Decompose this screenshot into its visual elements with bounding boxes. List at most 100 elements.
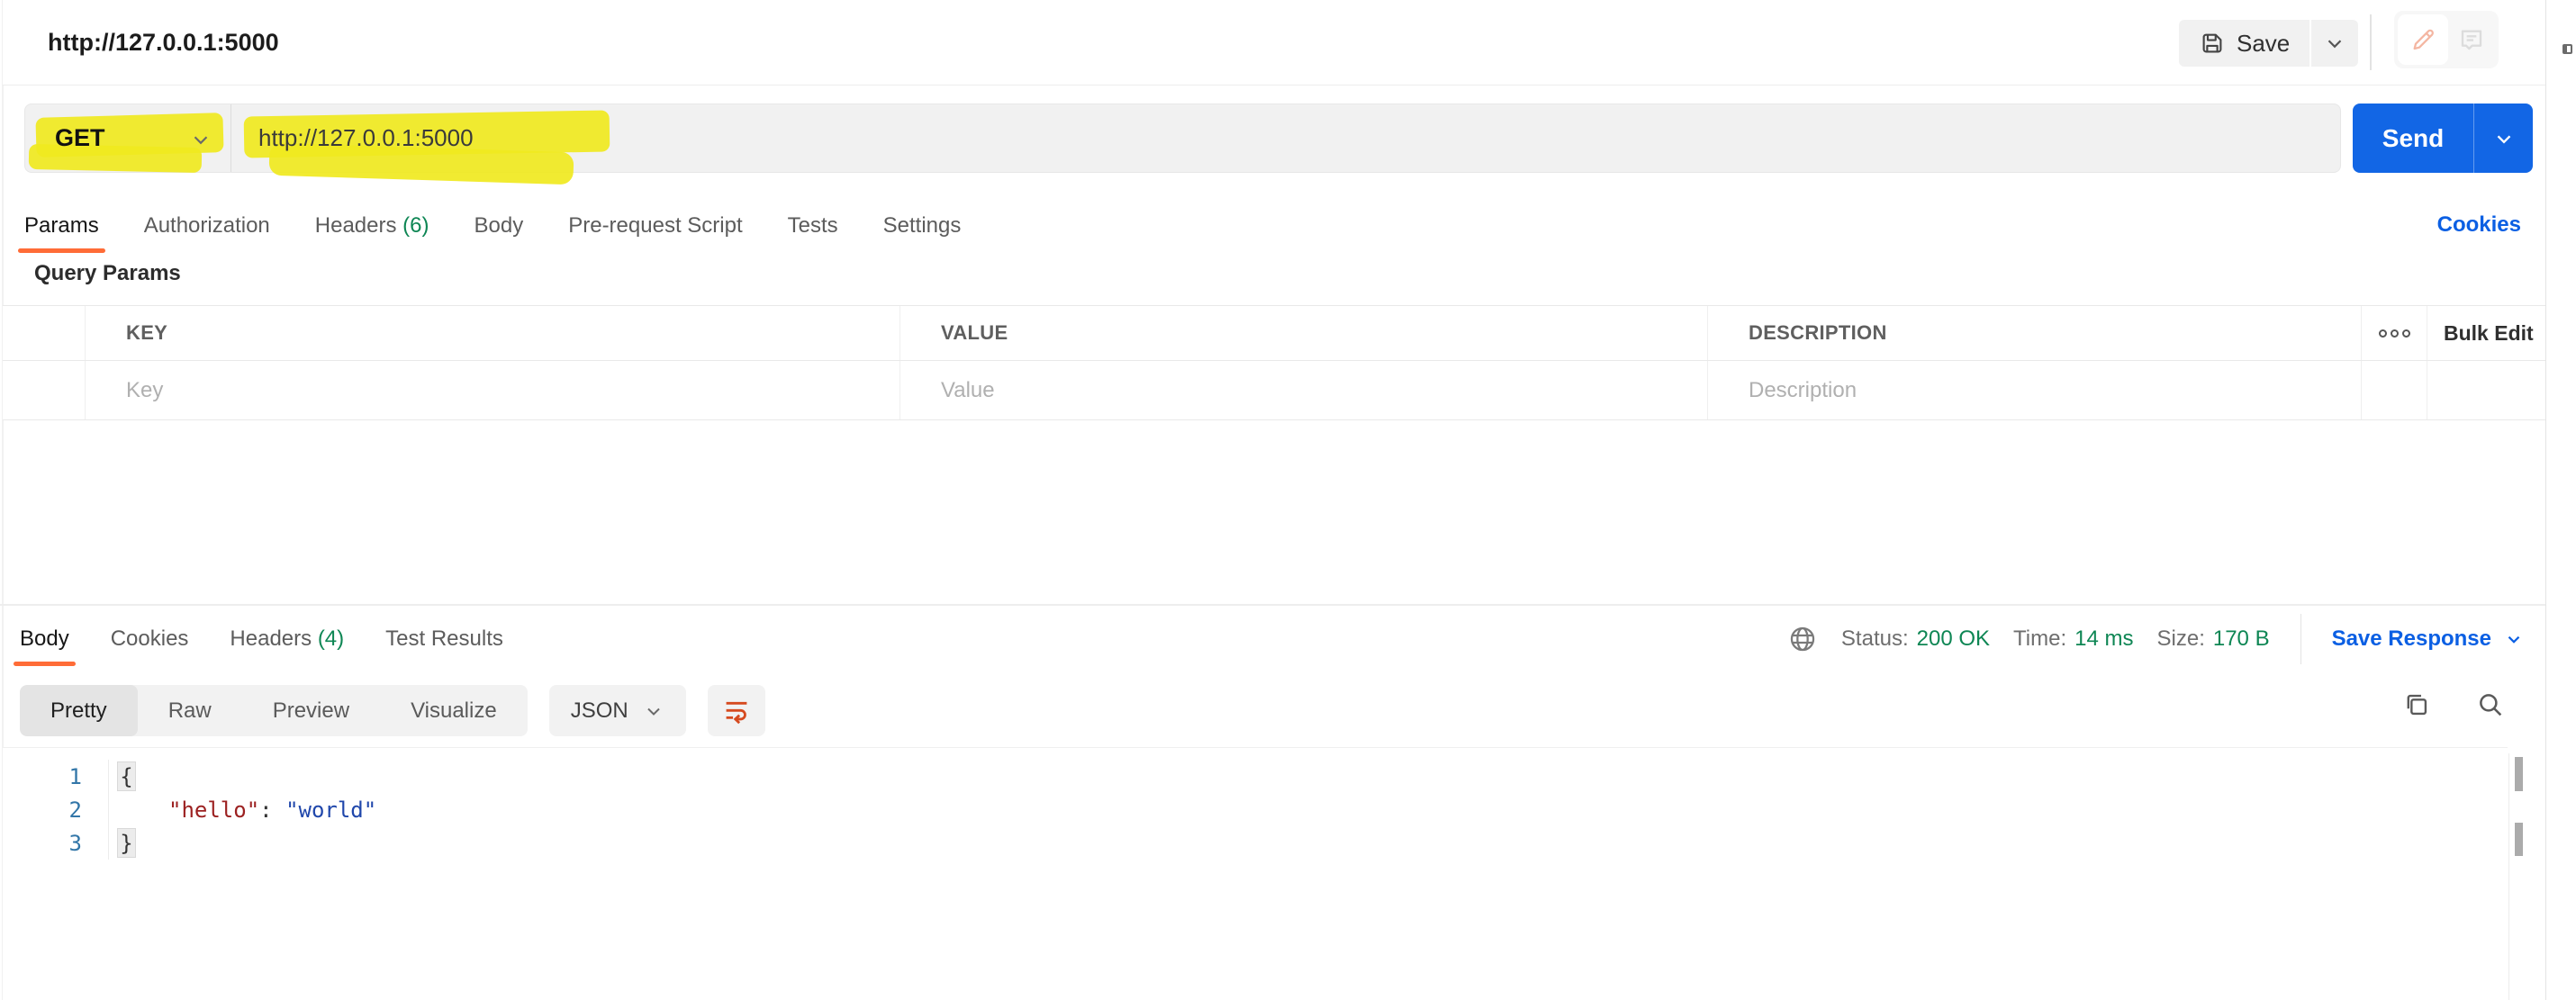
search-icon bbox=[2475, 689, 2506, 720]
request-tabs: Params Authorization Headers (6) Body Pr… bbox=[18, 205, 962, 253]
column-header-description: DESCRIPTION bbox=[1749, 321, 1887, 344]
save-button[interactable]: Save bbox=[2179, 20, 2310, 67]
json-value: "world" bbox=[285, 797, 377, 823]
param-key-input[interactable] bbox=[126, 377, 823, 403]
pencil-icon bbox=[2409, 25, 2437, 54]
save-button-group: Save bbox=[2179, 20, 2359, 67]
scrollbar-thumb[interactable] bbox=[2515, 823, 2523, 856]
format-selected-value: JSON bbox=[570, 698, 628, 723]
send-button-label: Send bbox=[2382, 123, 2445, 152]
tab-tests[interactable]: Tests bbox=[788, 213, 838, 239]
request-url-row: GET Send bbox=[0, 104, 2576, 185]
response-body-viewer[interactable]: 1 { 2 "hello": "world" 3 } bbox=[3, 747, 2508, 1000]
status-code-value: 200 OK bbox=[1916, 626, 1991, 651]
line-number: 2 bbox=[68, 797, 82, 823]
topbar-divider bbox=[2370, 14, 2372, 70]
headers-count-badge: (6) bbox=[402, 213, 429, 238]
response-section-divider bbox=[0, 604, 2545, 606]
response-view-mode-tabs: Pretty Raw Preview Visualize bbox=[20, 685, 528, 736]
param-value-input[interactable] bbox=[941, 377, 1631, 403]
chevron-down-icon bbox=[2492, 127, 2516, 150]
save-response-button[interactable]: Save Response bbox=[2332, 626, 2524, 652]
view-tab-visualize[interactable]: Visualize bbox=[380, 685, 528, 736]
tab-params[interactable]: Params bbox=[18, 213, 105, 253]
copy-icon bbox=[2401, 689, 2432, 720]
line-number: 1 bbox=[68, 763, 82, 789]
row-handle-column bbox=[3, 306, 86, 360]
response-tab-cookies[interactable]: Cookies bbox=[111, 626, 189, 652]
query-params-table: KEY VALUE DESCRIPTION Bulk Edit bbox=[3, 305, 2545, 420]
response-action-icons bbox=[2401, 689, 2506, 720]
request-title: http://127.0.0.1:5000 bbox=[48, 29, 279, 56]
collapse-panel-icon[interactable] bbox=[2562, 44, 2572, 54]
json-key: "hello" bbox=[168, 797, 260, 823]
wrap-lines-icon bbox=[722, 697, 751, 725]
code-line: 1 { bbox=[3, 760, 2508, 793]
row-handle-cell bbox=[3, 361, 86, 419]
method-selector[interactable]: GET bbox=[25, 104, 230, 174]
edit-request-button[interactable] bbox=[2398, 14, 2448, 65]
chevron-down-icon bbox=[2504, 629, 2524, 649]
line-number: 3 bbox=[68, 830, 82, 856]
response-status-bar: Status: 200 OK Time: 14 ms Size: 170 B S… bbox=[1787, 614, 2524, 664]
size-indicator: Size: 170 B bbox=[2156, 626, 2270, 651]
query-params-input-row bbox=[3, 361, 2545, 420]
json-colon: : bbox=[259, 797, 286, 823]
cookies-link[interactable]: Cookies bbox=[2437, 212, 2521, 238]
search-response-button[interactable] bbox=[2475, 689, 2506, 720]
view-tab-raw[interactable]: Raw bbox=[138, 685, 242, 736]
response-tab-headers[interactable]: Headers (4) bbox=[230, 626, 344, 652]
response-tab-test-results[interactable]: Test Results bbox=[385, 626, 503, 652]
response-tabs: Body Cookies Headers (4) Test Results bbox=[14, 619, 503, 666]
view-tab-pretty[interactable]: Pretty bbox=[20, 685, 138, 736]
query-params-header-row: KEY VALUE DESCRIPTION Bulk Edit bbox=[3, 305, 2545, 361]
chevron-down-icon bbox=[2323, 32, 2346, 55]
view-tab-preview[interactable]: Preview bbox=[242, 685, 380, 736]
tab-settings[interactable]: Settings bbox=[883, 213, 962, 239]
comment-button[interactable] bbox=[2448, 14, 2495, 65]
globe-icon[interactable] bbox=[1787, 624, 1818, 654]
tab-authorization[interactable]: Authorization bbox=[144, 213, 270, 239]
tab-pre-request-script[interactable]: Pre-request Script bbox=[568, 213, 742, 239]
size-value: 170 B bbox=[2212, 626, 2270, 651]
format-dropdown[interactable]: JSON bbox=[548, 685, 686, 736]
fold-marker-open-brace[interactable]: { bbox=[117, 761, 136, 791]
send-options-button[interactable] bbox=[2473, 104, 2533, 173]
scrollbar-thumb[interactable] bbox=[2515, 757, 2523, 791]
scrollbar-track bbox=[2508, 753, 2509, 1000]
chevron-down-icon bbox=[643, 700, 664, 722]
fold-gutter bbox=[82, 760, 109, 793]
column-header-key: KEY bbox=[126, 321, 168, 344]
more-options-icon[interactable] bbox=[2378, 329, 2410, 338]
response-headers-count-badge: (4) bbox=[317, 626, 345, 651]
save-icon bbox=[2199, 30, 2226, 57]
request-header-bar: http://127.0.0.1:5000 Save bbox=[3, 0, 2545, 86]
chevron-down-icon bbox=[189, 128, 212, 151]
status-divider bbox=[2300, 614, 2301, 664]
param-description-input[interactable] bbox=[1749, 377, 2300, 403]
send-button[interactable]: Send bbox=[2353, 104, 2533, 173]
fold-gutter bbox=[82, 793, 109, 826]
method-selected-value: GET bbox=[55, 124, 105, 151]
code-line: 2 "hello": "world" bbox=[3, 793, 2508, 826]
url-input[interactable] bbox=[258, 124, 1069, 152]
column-header-value: VALUE bbox=[941, 321, 1008, 344]
url-field-wrap bbox=[231, 104, 2340, 185]
wrap-lines-button[interactable] bbox=[707, 685, 765, 736]
right-sidebar-rail bbox=[2545, 0, 2576, 1000]
edit-comment-toggle-group bbox=[2394, 11, 2499, 68]
response-tab-body[interactable]: Body bbox=[14, 626, 76, 666]
bulk-edit-button[interactable]: Bulk Edit bbox=[2444, 321, 2534, 346]
query-params-heading: Query Params bbox=[34, 261, 181, 285]
postman-request-pane: http://127.0.0.1:5000 Save GET http://12… bbox=[0, 0, 2576, 1000]
tab-body[interactable]: Body bbox=[475, 213, 524, 239]
url-bar: GET bbox=[24, 104, 2341, 185]
json-content: "hello": "world" bbox=[109, 797, 376, 823]
time-indicator: Time: 14 ms bbox=[2013, 626, 2134, 651]
copy-response-button[interactable] bbox=[2401, 689, 2432, 720]
save-options-button[interactable] bbox=[2311, 20, 2359, 67]
save-button-label: Save bbox=[2237, 29, 2291, 57]
fold-marker-close-brace[interactable]: } bbox=[117, 828, 136, 858]
code-line: 3 } bbox=[3, 826, 2508, 860]
tab-headers[interactable]: Headers (6) bbox=[315, 213, 429, 239]
